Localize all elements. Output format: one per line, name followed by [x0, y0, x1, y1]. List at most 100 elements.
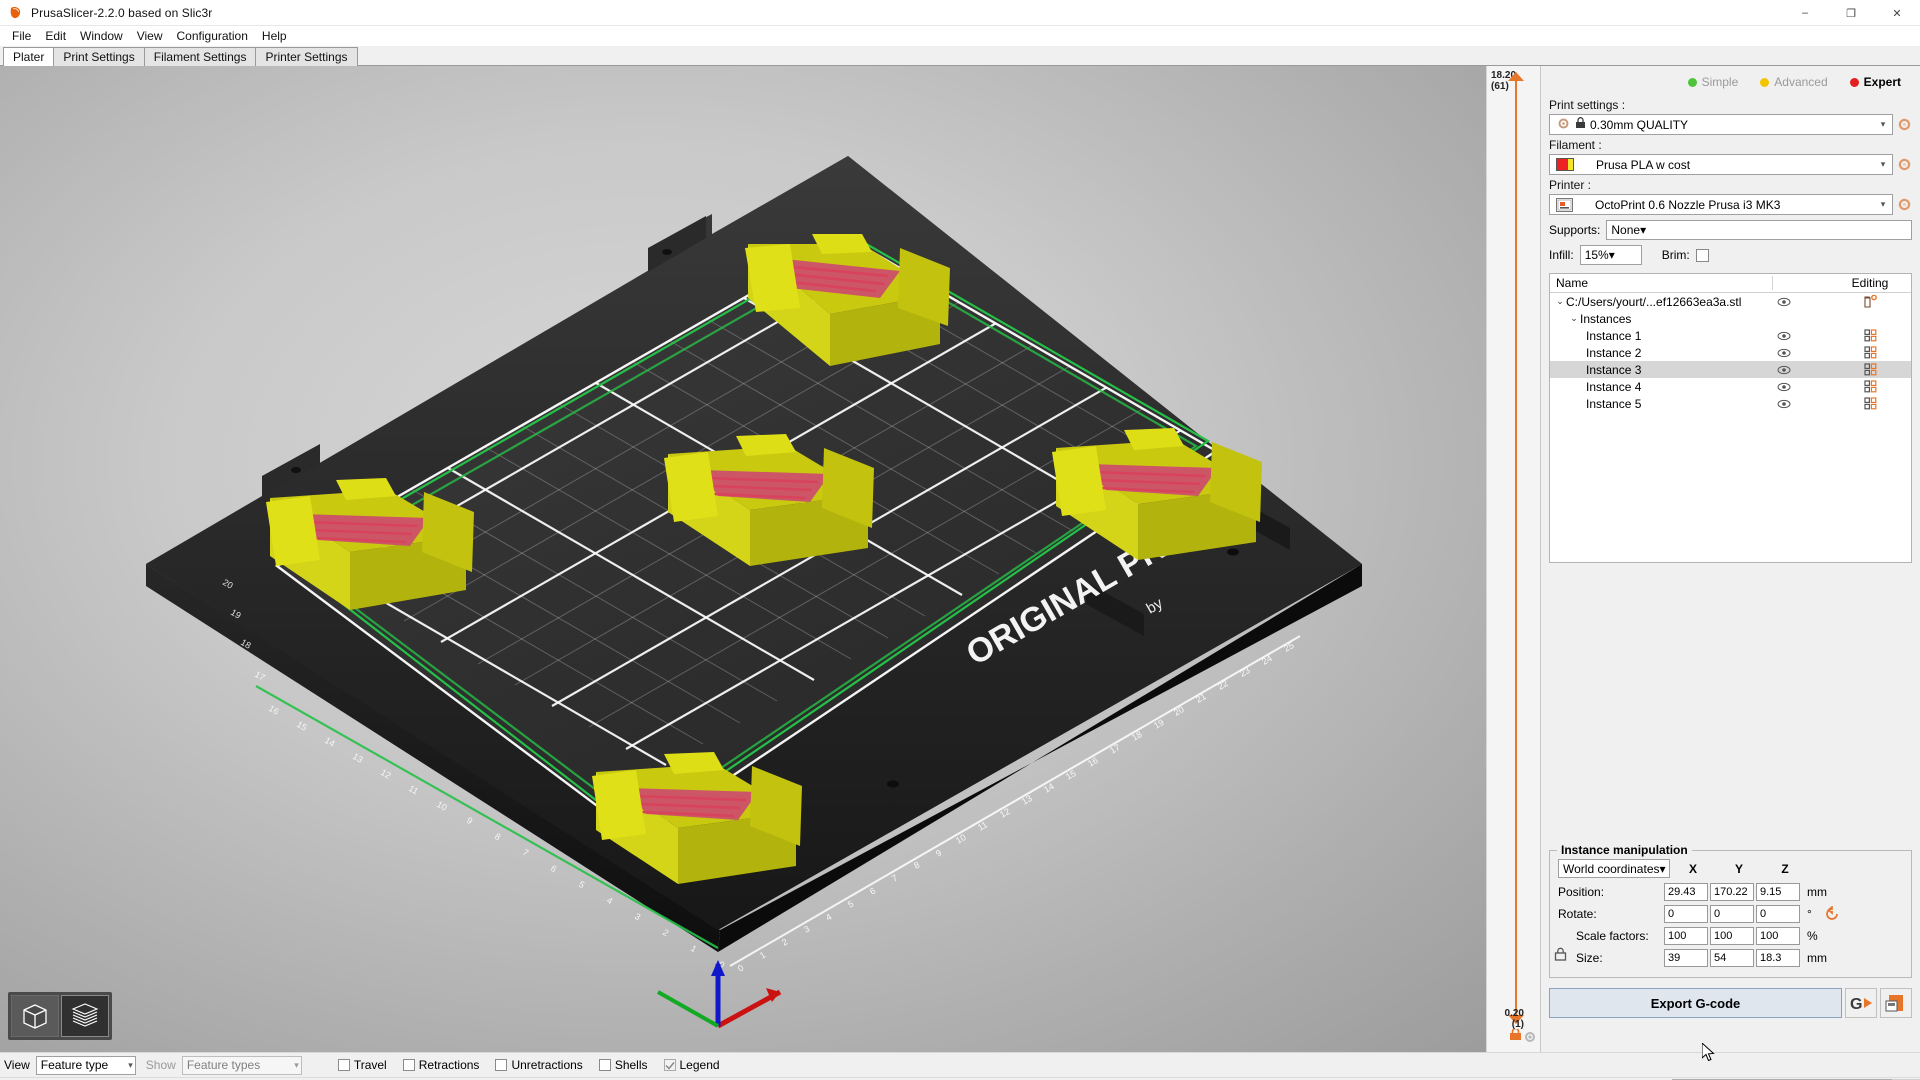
layer-slider-lock-icon[interactable] — [1509, 1027, 1522, 1040]
show-feature-combo[interactable]: Feature types ▾ — [181, 1055, 302, 1075]
object-list-row-instances[interactable]: ⌄ Instances — [1550, 310, 1911, 327]
position-y-input[interactable]: 170.22 — [1710, 882, 1754, 901]
view-type-chevron-down-icon[interactable]: ▾ — [128, 1060, 133, 1071]
view-type-combo[interactable]: Feature type ▾ — [35, 1055, 136, 1075]
object-list-row-instance-2[interactable]: Instance 2 — [1550, 344, 1911, 361]
infill-chevron-down-icon[interactable]: ▾ — [1609, 248, 1615, 262]
menu-help[interactable]: Help — [255, 27, 294, 45]
printer-edit-gear-icon[interactable] — [1897, 197, 1912, 212]
restore-button[interactable]: ❐ — [1828, 0, 1874, 26]
visibility-eye-icon[interactable] — [1773, 331, 1829, 341]
filament-combo[interactable]: Prusa PLA w cost ▾ — [1549, 154, 1893, 175]
retractions-checkbox[interactable] — [402, 1059, 415, 1071]
scale-y-input[interactable]: 100 — [1710, 926, 1754, 945]
layer-slider[interactable]: 18.20 (61) 0.20 (1) — [1486, 66, 1540, 1052]
legend-checkbox-group[interactable]: Legend — [663, 1058, 720, 1072]
layer-slider-track[interactable] — [1515, 80, 1517, 1020]
rotate-z-input[interactable]: 0 — [1756, 904, 1800, 923]
infill-combo[interactable]: 15% ▾ — [1579, 245, 1642, 265]
shells-checkbox[interactable] — [598, 1059, 611, 1071]
minimize-button[interactable]: – — [1782, 0, 1828, 26]
instance-icon[interactable] — [1829, 329, 1911, 342]
menu-edit[interactable]: Edit — [38, 27, 73, 45]
expand-chevron-icon[interactable]: ⌄ — [1554, 296, 1566, 307]
supports-chevron-down-icon[interactable]: ▾ — [1640, 223, 1646, 237]
object-list[interactable]: Name Editing ⌄ C:/Users/yourt/...ef12663… — [1549, 273, 1912, 563]
visibility-eye-icon[interactable] — [1773, 297, 1829, 307]
show-feature-chevron-down-icon[interactable]: ▾ — [294, 1060, 299, 1071]
position-label: Position: — [1558, 884, 1605, 899]
size-y-input[interactable]: 54 — [1710, 948, 1754, 967]
visibility-eye-icon[interactable] — [1773, 348, 1829, 358]
filament-edit-gear-icon[interactable] — [1897, 157, 1912, 172]
menu-file[interactable]: File — [5, 27, 38, 45]
travel-checkbox-group[interactable]: Travel — [337, 1058, 387, 1072]
unretractions-checkbox-group[interactable]: Unretractions — [495, 1058, 583, 1072]
coordinate-system-chevron-down-icon[interactable]: ▾ — [1660, 862, 1666, 876]
svg-text:2: 2 — [780, 937, 789, 948]
reset-rotation-icon[interactable] — [1824, 904, 1840, 922]
view-mode-3d-editor-button[interactable] — [11, 995, 59, 1037]
object-list-row-stl[interactable]: ⌄ C:/Users/yourt/...ef12663ea3a.stl — [1550, 293, 1911, 310]
instance-icon[interactable] — [1829, 346, 1911, 359]
layer-slider-gear-icon[interactable] — [1523, 1030, 1537, 1044]
send-to-printer-icon[interactable] — [1880, 988, 1912, 1018]
scale-x-input[interactable]: 100 — [1664, 926, 1708, 945]
tab-printer-settings[interactable]: Printer Settings — [255, 47, 358, 66]
position-x-input[interactable]: 29.43 — [1664, 882, 1708, 901]
filament-chevron-down-icon[interactable]: ▾ — [1874, 155, 1892, 174]
menu-view[interactable]: View — [130, 27, 170, 45]
scale-z-input[interactable]: 100 — [1756, 926, 1800, 945]
tab-filament-settings[interactable]: Filament Settings — [143, 47, 257, 66]
printer-value: OctoPrint 0.6 Nozzle Prusa i3 MK3 — [1595, 197, 1781, 212]
mode-advanced-button[interactable]: Advanced — [1752, 72, 1839, 92]
svg-text:11: 11 — [407, 783, 420, 796]
view-type-value: Feature type — [40, 1058, 109, 1072]
size-z-input[interactable]: 18.3 — [1756, 948, 1800, 967]
rotate-x-input[interactable]: 0 — [1664, 904, 1708, 923]
object-settings-icon[interactable] — [1829, 295, 1911, 308]
export-gcode-button[interactable]: Export G-code — [1549, 988, 1842, 1018]
printer-combo[interactable]: OctoPrint 0.6 Nozzle Prusa i3 MK3 ▾ — [1549, 194, 1893, 215]
mode-simple-button[interactable]: Simple — [1679, 72, 1750, 92]
print-settings-edit-gear-icon[interactable] — [1897, 117, 1912, 132]
tab-plater[interactable]: Plater — [3, 47, 55, 66]
legend-checkbox[interactable] — [663, 1059, 676, 1071]
printer-chevron-down-icon[interactable]: ▾ — [1874, 195, 1892, 214]
supports-combo[interactable]: None ▾ — [1606, 220, 1912, 240]
object-list-row-instance-3[interactable]: Instance 3 — [1550, 361, 1911, 378]
expand-chevron-icon[interactable]: ⌄ — [1568, 313, 1580, 324]
object-list-row-instance-1[interactable]: Instance 1 — [1550, 327, 1911, 344]
position-z-input[interactable]: 9.15 — [1756, 882, 1800, 901]
brim-checkbox[interactable] — [1695, 248, 1709, 262]
menu-configuration[interactable]: Configuration — [170, 27, 255, 45]
retractions-label: Retractions — [418, 1058, 480, 1072]
instance-icon[interactable] — [1829, 363, 1911, 376]
view-mode-preview-button[interactable] — [61, 995, 109, 1037]
instance-icon[interactable] — [1829, 397, 1911, 410]
tab-print-settings[interactable]: Print Settings — [53, 47, 145, 66]
print-settings-chevron-down-icon[interactable]: ▾ — [1874, 115, 1892, 134]
close-button[interactable]: ✕ — [1874, 0, 1920, 26]
visibility-eye-icon[interactable] — [1773, 382, 1829, 392]
gcode-icon[interactable]: G — [1845, 988, 1877, 1018]
instance-icon[interactable] — [1829, 380, 1911, 393]
travel-checkbox[interactable] — [337, 1059, 350, 1071]
main-tabbar: Plater Print Settings Filament Settings … — [0, 46, 1920, 66]
3d-viewport[interactable]: ORIGINAL PRUSA i3 by 0 1 2 3 4 5 6 7 8 9… — [0, 66, 1540, 1052]
unretractions-checkbox[interactable] — [495, 1059, 508, 1071]
layer-slider-upper-handle[interactable] — [1508, 72, 1524, 81]
uniform-scale-lock-icon[interactable] — [1554, 947, 1567, 961]
menu-window[interactable]: Window — [73, 27, 130, 45]
mode-expert-button[interactable]: Expert — [1841, 72, 1912, 92]
rotate-y-input[interactable]: 0 — [1710, 904, 1754, 923]
size-x-input[interactable]: 39 — [1664, 948, 1708, 967]
coordinate-system-combo[interactable]: World coordinates ▾ — [1558, 859, 1670, 878]
visibility-eye-icon[interactable] — [1773, 365, 1829, 375]
visibility-eye-icon[interactable] — [1773, 399, 1829, 409]
print-settings-combo[interactable]: 0.30mm QUALITY ▾ — [1549, 114, 1893, 135]
retractions-checkbox-group[interactable]: Retractions — [402, 1058, 480, 1072]
object-list-row-instance-4[interactable]: Instance 4 — [1550, 378, 1911, 395]
object-list-row-instance-5[interactable]: Instance 5 — [1550, 395, 1911, 412]
shells-checkbox-group[interactable]: Shells — [598, 1058, 648, 1072]
